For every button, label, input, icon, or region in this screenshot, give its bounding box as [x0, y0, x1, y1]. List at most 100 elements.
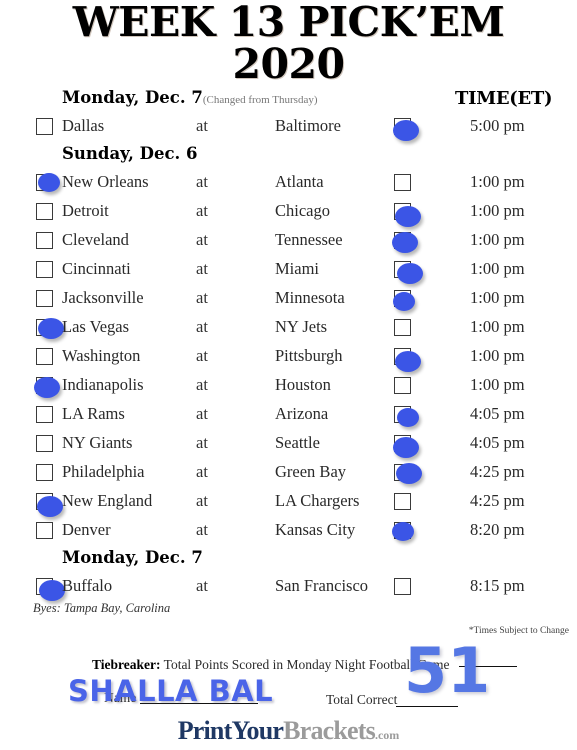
at-separator: at — [196, 172, 208, 191]
pick-checkbox-home[interactable] — [394, 261, 423, 284]
pick-checkbox-away[interactable] — [36, 173, 60, 193]
page-title: WEEK 13 PICK’EM 2020 — [0, 0, 577, 88]
pick-checkbox-away[interactable] — [36, 261, 55, 280]
home-team-name: Chicago — [275, 201, 330, 220]
pick-checkbox-away[interactable] — [36, 435, 55, 454]
home-team-name: Green Bay — [275, 462, 347, 481]
away-team-name: Denver — [62, 520, 111, 539]
pick-checkbox-home[interactable] — [393, 118, 419, 141]
game-row: Buffalo at San Francisco 8:15 pm — [0, 573, 577, 602]
away-team-name: Indianapolis — [62, 375, 144, 394]
checkbox-square[interactable] — [36, 118, 53, 135]
game-time: 4:25 pm — [470, 491, 525, 510]
brand-part-1: PrintYour — [177, 716, 284, 745]
checkbox-square[interactable] — [394, 319, 411, 336]
away-team-name: New England — [62, 491, 153, 510]
away-team-name: Cincinnati — [62, 259, 131, 278]
pick-checkbox-home[interactable] — [394, 578, 413, 597]
game-time: 8:15 pm — [470, 576, 525, 595]
home-team-name: Seattle — [275, 433, 320, 452]
checkbox-square[interactable] — [394, 578, 411, 595]
pick-marker-icon — [395, 206, 421, 227]
pick-marker-icon — [397, 408, 419, 427]
at-separator: at — [196, 230, 208, 249]
at-separator: at — [196, 346, 208, 365]
game-time: 1:00 pm — [470, 375, 525, 394]
away-team-name: LA Rams — [62, 404, 125, 423]
game-time: 1:00 pm — [470, 259, 525, 278]
game-row: LA Rams at Arizona 4:05 pm — [0, 401, 577, 430]
away-team-name: Las Vegas — [62, 317, 130, 336]
total-correct-label: Total Correct — [326, 692, 398, 707]
away-team-name: Dallas — [62, 116, 105, 135]
pick-checkbox-away[interactable] — [36, 290, 55, 309]
pick-checkbox-home[interactable] — [392, 522, 414, 541]
game-time: 1:00 pm — [470, 288, 525, 307]
game-row: Cincinnati at Miami 1:00 pm — [0, 256, 577, 285]
pick-checkbox-away[interactable] — [36, 578, 65, 601]
checkbox-square[interactable] — [394, 174, 411, 191]
pick-checkbox-away[interactable] — [36, 406, 55, 425]
home-team-name: Miami — [275, 259, 319, 278]
pick-checkbox-away[interactable] — [36, 348, 55, 367]
pick-checkbox-home[interactable] — [393, 290, 415, 311]
pick-checkbox-home[interactable] — [394, 463, 422, 484]
pick-checkbox-home[interactable] — [394, 203, 421, 227]
pick-checkbox-home[interactable] — [393, 435, 419, 458]
home-team-name: LA Chargers — [275, 491, 360, 510]
tiebreaker-label: Tiebreaker: — [92, 657, 161, 672]
pick-checkbox-home[interactable] — [394, 319, 413, 338]
checkbox-square[interactable] — [36, 406, 53, 423]
pick-checkbox-home[interactable] — [394, 377, 413, 396]
pick-checkbox-home[interactable] — [394, 348, 421, 372]
pick-marker-icon — [393, 437, 419, 458]
checkbox-square[interactable] — [394, 377, 411, 394]
pick-checkbox-away[interactable] — [34, 377, 60, 398]
pick-checkbox-home[interactable] — [394, 174, 413, 193]
checkbox-square[interactable] — [36, 435, 53, 452]
checkbox-square[interactable] — [36, 522, 53, 539]
pick-marker-icon — [393, 292, 415, 311]
game-row: New England at LA Chargers 4:25 pm — [0, 488, 577, 517]
away-team-name: Detroit — [62, 201, 109, 220]
checkbox-square[interactable] — [394, 493, 411, 510]
checkbox-square[interactable] — [36, 290, 53, 307]
game-time: 4:05 pm — [470, 404, 525, 423]
pick-checkbox-away[interactable] — [36, 232, 55, 251]
checkbox-square[interactable] — [36, 464, 53, 481]
game-time: 5:00 pm — [470, 116, 525, 135]
pick-marker-icon — [38, 318, 64, 339]
pick-checkbox-home[interactable] — [394, 406, 419, 427]
total-correct-input-blank[interactable] — [396, 706, 458, 707]
game-row: Indianapolis at Houston 1:00 pm — [0, 372, 577, 401]
game-row: Cleveland at Tennessee 1:00 pm — [0, 227, 577, 256]
pick-checkbox-away[interactable] — [36, 522, 55, 541]
home-team-name: Tennessee — [275, 230, 343, 249]
printyourbrackets-logo: PrintYourBrackets.com — [0, 716, 577, 746]
away-team-name: Cleveland — [62, 230, 129, 249]
title-line-2: 2020 — [232, 40, 345, 88]
game-row: Las Vegas at NY Jets 1:00 pm — [0, 314, 577, 343]
pick-marker-icon — [38, 173, 60, 192]
name-signature-value: SHALLA BAL — [68, 674, 274, 708]
time-column-header: TIME(ET) — [455, 88, 553, 109]
checkbox-square[interactable] — [36, 348, 53, 365]
at-separator: at — [196, 404, 208, 423]
home-team-name: NY Jets — [275, 317, 328, 336]
home-team-name: Atlanta — [275, 172, 324, 191]
pick-checkbox-away[interactable] — [36, 493, 63, 517]
pick-checkbox-away[interactable] — [36, 318, 64, 339]
pick-checkbox-away[interactable] — [36, 118, 55, 137]
checkbox-square[interactable] — [36, 232, 53, 249]
checkbox-square[interactable] — [36, 203, 53, 220]
at-separator: at — [196, 491, 208, 510]
checkbox-square[interactable] — [36, 261, 53, 278]
pick-checkbox-away[interactable] — [36, 464, 55, 483]
day-header-row: Monday, Dec. 7(Changed from Thursday) TIM… — [0, 86, 577, 113]
pick-marker-icon — [393, 120, 419, 141]
pick-checkbox-away[interactable] — [36, 203, 55, 222]
pick-checkbox-home[interactable] — [392, 232, 418, 253]
pick-checkbox-home[interactable] — [394, 493, 413, 512]
game-row: Washington at Pittsburgh 1:00 pm — [0, 343, 577, 372]
at-separator: at — [196, 462, 208, 481]
